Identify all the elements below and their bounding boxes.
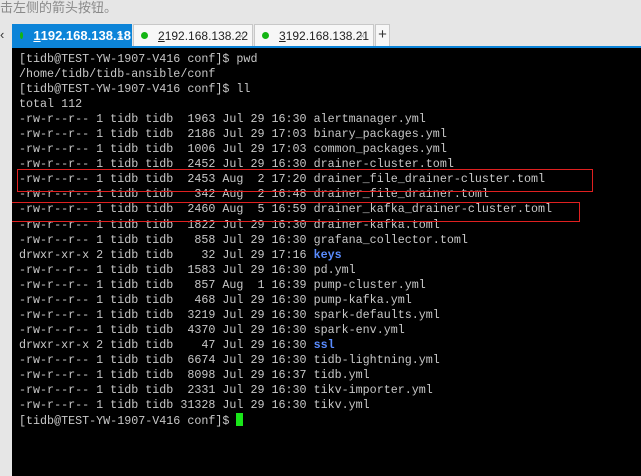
tab-session-2[interactable]: 2 192.168.138.22 × — [133, 24, 253, 47]
terminal-line: /home/tidb/tidb-ansible/conf — [19, 67, 216, 82]
file-meta: -rw-r--r-- 1 tidb tidb 2331 Jul 29 16:30 — [19, 383, 314, 398]
close-tab-icon[interactable]: × — [360, 31, 365, 41]
status-dot-icon — [20, 32, 24, 39]
file-name: pd.yml — [313, 262, 356, 277]
file-entry: -rw-r--r-- 1 tidb tidb 2331 Jul 29 16:30… — [19, 383, 552, 398]
file-entry: -rw-r--r-- 1 tidb tidb 8098 Jul 29 16:37… — [19, 368, 552, 383]
file-entry: -rw-r--r-- 1 tidb tidb 857 Aug 1 16:39 p… — [19, 278, 552, 293]
cursor — [236, 413, 244, 427]
file-name: grafana_collector.toml — [313, 232, 468, 247]
file-entry: -rw-r--r-- 1 tidb tidb 1583 Jul 29 16:30… — [19, 263, 552, 278]
tab-session-3[interactable]: 3 192.168.138.21 × — [254, 24, 374, 47]
terminal-line: total 112 — [19, 97, 83, 112]
file-meta: -rw-r--r-- 1 tidb tidb 4370 Jul 29 16:30 — [19, 322, 314, 337]
hint-text: 击左侧的箭头按钮。 — [0, 0, 118, 15]
tab-host: 192.168.138.21 — [285, 28, 370, 43]
file-name: spark-env.yml — [313, 322, 405, 337]
tab-session-1[interactable]: 1 192.168.138.18 × — [12, 24, 132, 47]
file-entry: -rw-r--r-- 1 tidb tidb 4370 Jul 29 16:30… — [19, 323, 552, 338]
file-entry: drwxr-xr-x 2 tidb tidb 47 Jul 29 16:30 s… — [19, 338, 552, 353]
session-tabs: 1 192.168.138.18 × 2 192.168.138.22 × 3 192.… — [12, 24, 390, 47]
file-meta: -rw-r--r-- 1 tidb tidb 1006 Jul 29 17:03 — [19, 142, 314, 157]
file-entry: -rw-r--r-- 1 tidb tidb 468 Jul 29 16:30 … — [19, 293, 552, 308]
highlight-box-1 — [17, 169, 593, 192]
left-strip — [0, 24, 12, 476]
file-name: spark-defaults.yml — [313, 307, 440, 322]
file-entry: -rw-r--r-- 1 tidb tidb 6674 Jul 29 16:30… — [19, 353, 552, 368]
prompt: [tidb@TEST-YW-1907-V416 conf]$ — [19, 414, 237, 429]
terminal[interactable]: [tidb@TEST-YW-1907-V416 conf]$ pwd/home/… — [12, 48, 641, 476]
tab-scroll-left-icon[interactable]: ‹ — [0, 27, 4, 42]
file-name: alertmanager.yml — [313, 112, 426, 127]
file-meta: -rw-r--r-- 1 tidb tidb 1583 Jul 29 16:30 — [19, 262, 314, 277]
file-meta: -rw-r--r-- 1 tidb tidb 3219 Jul 29 16:30 — [19, 307, 314, 322]
highlight-box-2 — [12, 202, 580, 222]
file-entry: -rw-r--r-- 1 tidb tidb 858 Jul 29 16:30 … — [19, 233, 552, 248]
file-name: tikv.yml — [313, 398, 370, 413]
new-tab-button[interactable]: + — [375, 24, 390, 47]
status-dot-icon — [141, 32, 148, 39]
file-meta: -rw-r--r-- 1 tidb tidb 468 Jul 29 16:30 — [19, 292, 314, 307]
file-meta: -rw-r--r-- 1 tidb tidb 857 Aug 1 16:39 — [19, 277, 314, 292]
file-meta: drwxr-xr-x 2 tidb tidb 47 Jul 29 16:30 — [19, 337, 314, 352]
file-meta: -rw-r--r-- 1 tidb tidb 858 Jul 29 16:30 — [19, 232, 314, 247]
file-entry: -rw-r--r-- 1 tidb tidb 1006 Jul 29 17:03… — [19, 142, 552, 157]
file-name: pump-kafka.yml — [313, 292, 412, 307]
tab-host: 192.168.138.22 — [164, 28, 249, 43]
close-tab-icon[interactable]: × — [239, 31, 244, 41]
file-meta: -rw-r--r-- 1 tidb tidb 1963 Jul 29 16:30 — [19, 112, 314, 127]
directory-name: keys — [313, 247, 342, 262]
file-meta: -rw-r--r-- 1 tidb tidb 8098 Jul 29 16:37 — [19, 367, 314, 382]
tab-number: 2 — [158, 28, 165, 43]
file-meta: -rw-r--r-- 1 tidb tidb 2186 Jul 29 17:03 — [19, 127, 314, 142]
status-dot-icon — [262, 32, 269, 39]
file-meta: -rw-r--r-- 1 tidb tidb 31328 Jul 29 16:3… — [19, 398, 314, 413]
file-name: tidb-lightning.yml — [313, 352, 440, 367]
file-entry: -rw-r--r-- 1 tidb tidb 2186 Jul 29 17:03… — [19, 127, 552, 142]
close-tab-icon[interactable]: × — [118, 31, 123, 41]
terminal-line: [tidb@TEST-YW-1907-V416 conf]$ pwd — [19, 52, 258, 66]
tab-number: 1 — [33, 28, 41, 43]
file-meta: drwxr-xr-x 2 tidb tidb 32 Jul 29 17:16 — [19, 247, 314, 262]
file-entry: -rw-r--r-- 1 tidb tidb 3219 Jul 29 16:30… — [19, 308, 552, 323]
terminal-line: [tidb@TEST-YW-1907-V416 conf]$ ll — [19, 82, 251, 97]
directory-name: ssl — [313, 337, 335, 352]
file-name: common_packages.yml — [313, 142, 447, 157]
file-entry: drwxr-xr-x 2 tidb tidb 32 Jul 29 17:16 k… — [19, 248, 552, 263]
tab-number: 3 — [279, 28, 286, 43]
file-entry: -rw-r--r-- 1 tidb tidb 1963 Jul 29 16:30… — [19, 112, 552, 127]
file-meta: -rw-r--r-- 1 tidb tidb 6674 Jul 29 16:30 — [19, 352, 314, 367]
prompt-line: [tidb@TEST-YW-1907-V416 conf]$ — [19, 413, 552, 429]
file-entry: -rw-r--r-- 1 tidb tidb 31328 Jul 29 16:3… — [19, 398, 552, 413]
file-name: tidb.yml — [313, 367, 370, 382]
file-name: pump-cluster.yml — [313, 277, 426, 292]
terminal-output: [tidb@TEST-YW-1907-V416 conf]$ pwd/home/… — [19, 52, 552, 429]
file-name: binary_packages.yml — [313, 127, 447, 142]
file-name: tikv-importer.yml — [313, 383, 433, 398]
